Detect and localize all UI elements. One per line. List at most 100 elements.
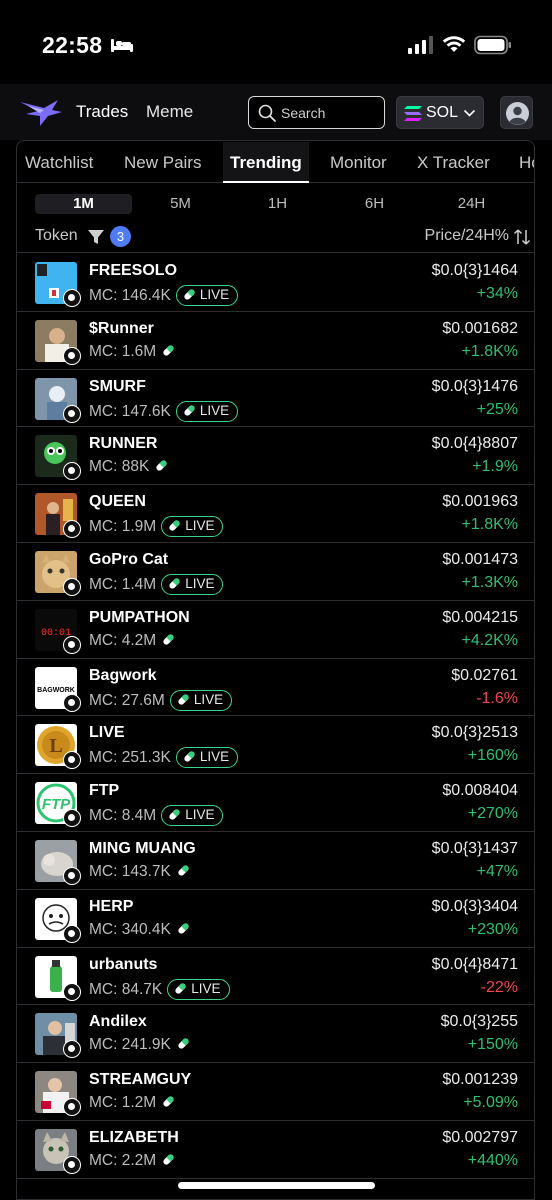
token-market-cap: MC: 8.4M LIVE: [89, 805, 224, 827]
market-cap-value: MC: 1.9M: [89, 518, 157, 536]
pill-icon: [178, 1038, 189, 1049]
battery-icon: [474, 35, 511, 55]
tab-active-underline: [223, 181, 309, 183]
live-badge: LIVE: [167, 978, 230, 1000]
token-row[interactable]: 00:01 PUMPATHON MC: 4.2M $0.004215 +4.2K%: [17, 601, 534, 659]
pump-badge-icon: [63, 289, 81, 307]
token-row[interactable]: FREESOLO MC: 146.4K LIVE $0.0{3}1464 +34%: [17, 254, 534, 312]
token-price: $0.001473: [442, 550, 518, 568]
app-logo-icon[interactable]: [18, 96, 62, 128]
live-label: LIVE: [199, 402, 230, 418]
pill-icon: [178, 923, 189, 934]
token-price: $0.0{3}1464: [431, 262, 518, 279]
token-row[interactable]: ELIZABETH MC: 2.2M $0.002797 +440%: [17, 1121, 534, 1179]
token-name: LIVE: [89, 724, 125, 742]
timeframe-6h[interactable]: 6H: [326, 194, 423, 214]
status-bar: 22:58: [0, 0, 552, 84]
pill-icon: [184, 289, 195, 300]
timeframe-1m[interactable]: 1M: [35, 194, 132, 214]
token-market-cap: MC: 1.4M LIVE: [89, 573, 224, 595]
tab-monitor[interactable]: Monitor: [330, 153, 387, 173]
tab-new-pairs[interactable]: New Pairs: [124, 153, 201, 173]
pill-icon: [169, 578, 180, 589]
live-label: LIVE: [185, 518, 215, 534]
price-column-label[interactable]: Price/24H%: [425, 227, 509, 245]
token-name: PUMPATHON: [89, 608, 190, 626]
token-change: +47%: [476, 862, 518, 880]
filter-count-badge[interactable]: 3: [110, 226, 131, 247]
tab-watchlist[interactable]: Watchlist: [25, 153, 93, 173]
market-cap-value: MC: 1.6M: [89, 342, 157, 360]
nav-meme[interactable]: Meme: [146, 102, 193, 122]
market-cap-value: MC: 241.9K: [89, 1036, 171, 1054]
pump-badge-icon: [63, 404, 81, 423]
chevron-down-icon: [463, 109, 476, 117]
token-market-cap: MC: 2.2M: [89, 1152, 175, 1170]
tab-x-tracker[interactable]: X Tracker: [417, 153, 490, 173]
token-price: $0.008404: [442, 782, 518, 800]
search-input[interactable]: Search: [248, 96, 385, 129]
user-avatar-button[interactable]: [500, 96, 533, 129]
token-row[interactable]: $Runner MC: 1.6M $0.001682 +1.8K%: [17, 312, 534, 370]
pump-badge-icon: [63, 809, 81, 828]
list-header: Token 3 Price/24H%: [17, 221, 534, 253]
live-label: LIVE: [199, 287, 230, 302]
pill-icon: [163, 1154, 174, 1165]
filter-icon[interactable]: [87, 228, 105, 246]
timeframe-24h[interactable]: 24H: [423, 194, 520, 214]
pump-badge-icon: [63, 866, 81, 885]
tab-trending[interactable]: Trending: [230, 153, 302, 173]
token-row[interactable]: GoPro Cat MC: 1.4M LIVE $0.001473 +1.3K%: [17, 543, 534, 601]
market-cap-value: MC: 143.7K: [89, 862, 171, 880]
pump-badge-icon: [63, 462, 81, 481]
token-name: MING MUANG: [89, 839, 196, 857]
token-row[interactable]: QUEEN MC: 1.9M LIVE $0.001963 +1.8K%: [17, 485, 534, 543]
token-change: +1.9%: [472, 458, 518, 476]
token-market-cap: MC: 1.2M: [89, 1094, 175, 1112]
token-change: +25%: [476, 400, 518, 418]
token-row[interactable]: HERP MC: 340.4K $0.0{3}3404 +230%: [17, 890, 534, 948]
pump-badge-icon: [63, 982, 81, 1001]
live-label: LIVE: [185, 575, 215, 591]
token-row[interactable]: STREAMGUY MC: 1.2M $0.001239 +5.09%: [17, 1063, 534, 1121]
token-name: RUNNER: [89, 435, 158, 453]
nav-trades[interactable]: Trades: [76, 102, 128, 122]
token-row[interactable]: RUNNER MC: 88K $0.0{4}8807 +1.9%: [17, 427, 534, 486]
search-placeholder: Search: [281, 105, 326, 121]
token-row[interactable]: FTP FTP MC: 8.4M LIVE $0.008404 +270%: [17, 774, 534, 832]
sort-icon[interactable]: [513, 228, 531, 246]
token-market-cap: MC: 147.6K LIVE: [89, 400, 239, 422]
token-change: +5.09%: [463, 1094, 518, 1112]
token-name: FTP: [89, 782, 120, 800]
token-market-cap: MC: 1.6M: [89, 343, 175, 361]
token-row[interactable]: MING MUANG MC: 143.7K $0.0{3}1437 +47%: [17, 832, 534, 890]
token-row[interactable]: urbanuts MC: 84.7K LIVE $0.0{4}8471 -22%: [17, 948, 534, 1006]
token-market-cap: MC: 4.2M: [89, 632, 175, 650]
token-price: $0.0{3}2513: [431, 724, 518, 742]
token-row[interactable]: BAGWORK Bagwork MC: 27.6M LIVE $0.02761 -1.6%: [17, 659, 534, 717]
pump-badge-icon: [63, 1155, 81, 1174]
token-column-label: Token: [35, 227, 78, 244]
pump-badge-icon: [63, 693, 81, 712]
token-row[interactable]: SMURF MC: 147.6K LIVE $0.0{3}1476 +25%: [17, 370, 534, 428]
pill-icon: [175, 982, 186, 994]
live-badge: LIVE: [161, 573, 224, 595]
live-badge: LIVE: [175, 285, 239, 306]
tab-holders[interactable]: Ho: [519, 153, 534, 173]
chain-label: SOL: [426, 104, 459, 121]
token-row[interactable]: L LIVE MC: 251.3K LIVE $0.0{3}2513 +160%: [17, 716, 534, 775]
pill-icon: [163, 1096, 174, 1107]
timeframe-5m[interactable]: 5M: [132, 194, 229, 214]
timeframe-1h[interactable]: 1H: [229, 194, 326, 214]
pump-badge-icon: [63, 520, 81, 539]
live-label: LIVE: [199, 749, 230, 765]
token-row[interactable]: Andilex MC: 241.9K $0.0{3}255 +150%: [17, 1005, 534, 1064]
market-cap-value: MC: 88K: [89, 458, 150, 476]
token-price: $0.02761: [451, 666, 518, 684]
token-name: STREAMGUY: [89, 1071, 192, 1089]
token-price: $0.001239: [442, 1071, 518, 1089]
token-change: +1.3K%: [461, 573, 518, 591]
chain-select[interactable]: SOL: [396, 96, 484, 129]
token-market-cap: MC: 27.6M LIVE: [89, 689, 233, 711]
market-cap-value: MC: 84.7K: [89, 980, 163, 998]
